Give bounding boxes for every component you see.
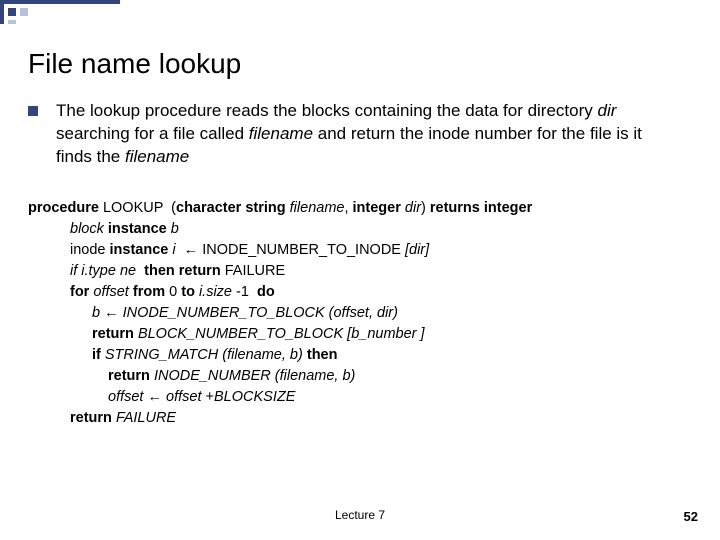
code-line: if STRING_MATCH (filename, b) then [28, 345, 680, 366]
code-line: offset ← offset +BLOCKSIZE [28, 387, 680, 408]
code-line: return FAILURE [28, 408, 680, 429]
slide-title: File name lookup [28, 48, 241, 80]
bullet-square-icon [28, 106, 38, 116]
bullet-text: The lookup procedure reads the blocks co… [56, 100, 680, 169]
slide-number: 52 [684, 509, 698, 524]
pseudocode-block: procedure LOOKUP (character string filen… [28, 198, 680, 429]
code-line: if i.type ne then return FAILURE [28, 261, 680, 282]
code-line: inode instance i ← INODE_NUMBER_TO_INODE… [28, 240, 680, 261]
footer-lecture-label: Lecture 7 [0, 508, 720, 522]
code-line: return INODE_NUMBER (filename, b) [28, 366, 680, 387]
code-line: for offset from 0 to i.size -1 do [28, 282, 680, 303]
code-line: block instance b [28, 219, 680, 240]
code-line: b ← INODE_NUMBER_TO_BLOCK (offset, dir) [28, 303, 680, 324]
code-line: return BLOCK_NUMBER_TO_BLOCK [b_number ] [28, 324, 680, 345]
bullet-item: The lookup procedure reads the blocks co… [28, 100, 680, 169]
corner-decoration [0, 0, 120, 24]
code-line: procedure LOOKUP (character string filen… [28, 198, 680, 219]
